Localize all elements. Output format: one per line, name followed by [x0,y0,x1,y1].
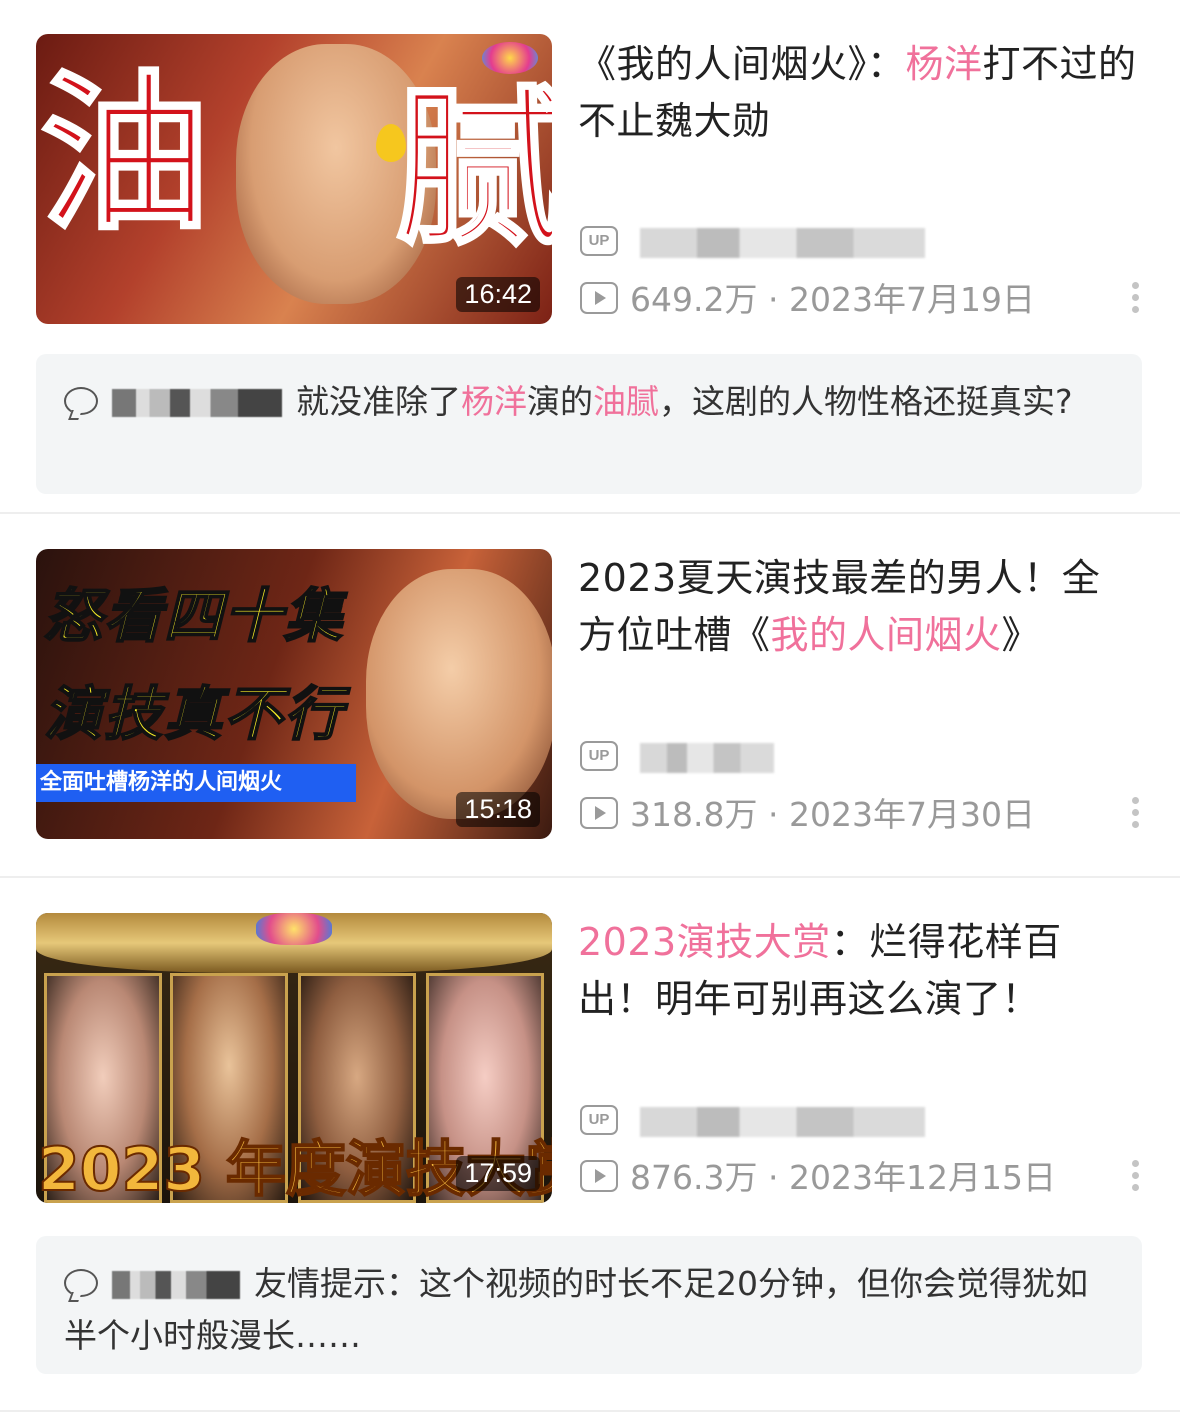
comment-bubble-icon [64,1269,100,1299]
thumbnail-banner: 全面吐槽杨洋的人间烟火 [36,764,356,802]
thumbnail-overlay-text: 腻 [394,68,552,271]
commenter-name-blurred [112,1271,240,1299]
title-text: 《我的人间烟火》： [578,42,906,86]
featured-comment[interactable]: 就没准除了杨洋演的油腻，这剧的人物性格还挺真实? [36,354,1142,494]
video-duration: 15:18 [456,792,540,827]
play-count-icon [580,282,618,314]
up-badge-icon: UP [580,226,618,256]
thumbnail-overlay-text: 油 [38,53,211,256]
up-badge-icon: UP [580,1105,618,1135]
title-highlight: 杨洋 [905,42,983,86]
video-thumbnail[interactable]: 怒看四十集 演技真不行 全面吐槽杨洋的人间烟火 15:18 [36,549,552,839]
stat-text: 876.3万 · 2023年12月15日 [630,1156,1056,1200]
channel-logo [482,42,538,74]
play-count-icon [580,1160,618,1192]
comment-segment: 就没准除了 [296,382,461,421]
publish-date: 2023年7月30日 [788,795,1035,834]
view-count: 876.3万 [630,1158,758,1197]
video-duration: 16:42 [456,277,540,312]
video-thumbnail[interactable]: 2023 年度演技大赏 17:59 [36,913,552,1203]
channel-logo [256,913,332,945]
uploader-name-blurred [640,1107,925,1137]
video-title[interactable]: 2023演技大赏：烂得花样百出！明年可别再这么演了！ [578,914,1138,1028]
play-count-icon [580,797,618,829]
video-thumbnail[interactable]: 油 腻 16:42 [36,34,552,324]
video-stats: 876.3万 · 2023年12月15日 [580,1156,1140,1200]
video-stats: 649.2万 · 2023年7月19日 [580,278,1140,322]
separator: · [767,795,779,834]
video-duration: 17:59 [456,1156,540,1191]
view-count: 649.2万 [630,280,758,319]
more-vertical-icon[interactable] [1130,1160,1140,1198]
video-title[interactable]: 2023夏天演技最差的男人！全方位吐槽《我的人间烟火》 [578,550,1138,664]
comment-text: 就没准除了杨洋演的油腻，这剧的人物性格还挺真实? [64,376,1114,428]
title-text: 》 [1001,613,1041,657]
uploader-name-blurred [640,228,925,258]
comment-bubble-icon [64,387,100,417]
comment-segment: 演的 [527,382,593,421]
comment-highlight: 杨洋 [461,382,527,421]
publish-date: 2023年12月15日 [788,1158,1056,1197]
more-vertical-icon[interactable] [1130,797,1140,835]
divider [0,876,1180,878]
separator: · [767,1158,779,1197]
video-stats: 318.8万 · 2023年7月30日 [580,793,1140,837]
stat-text: 318.8万 · 2023年7月30日 [630,793,1035,837]
title-highlight: 我的人间烟火 [770,613,1002,657]
uploader-name-blurred [640,743,774,773]
stat-text: 649.2万 · 2023年7月19日 [630,278,1035,322]
thumbnail-overlay-text: 怒看四十集 [43,581,345,651]
commenter-name-blurred [112,389,282,417]
divider [0,1410,1180,1412]
thumbnail-face [366,569,552,819]
more-vertical-icon[interactable] [1130,282,1140,320]
title-highlight: 2023演技大赏 [578,920,831,964]
comment-highlight: 油腻 [593,382,659,421]
view-count: 318.8万 [630,795,758,834]
publish-date: 2023年7月19日 [788,280,1035,319]
comment-segment: ，这剧的人物性格还挺真实? [659,382,1073,421]
thumbnail-overlay-text: 演技真不行 [43,679,345,749]
video-title[interactable]: 《我的人间烟火》：杨洋打不过的不止魏大勋 [578,36,1138,150]
featured-comment[interactable]: 友情提示：这个视频的时长不足20分钟，但你会觉得犹如半个小时般漫长…… [36,1236,1142,1374]
sweat-drop-icon [376,124,406,162]
up-badge-icon: UP [580,741,618,771]
divider [0,512,1180,514]
separator: · [767,280,779,319]
comment-text: 友情提示：这个视频的时长不足20分钟，但你会觉得犹如半个小时般漫长…… [64,1258,1114,1362]
